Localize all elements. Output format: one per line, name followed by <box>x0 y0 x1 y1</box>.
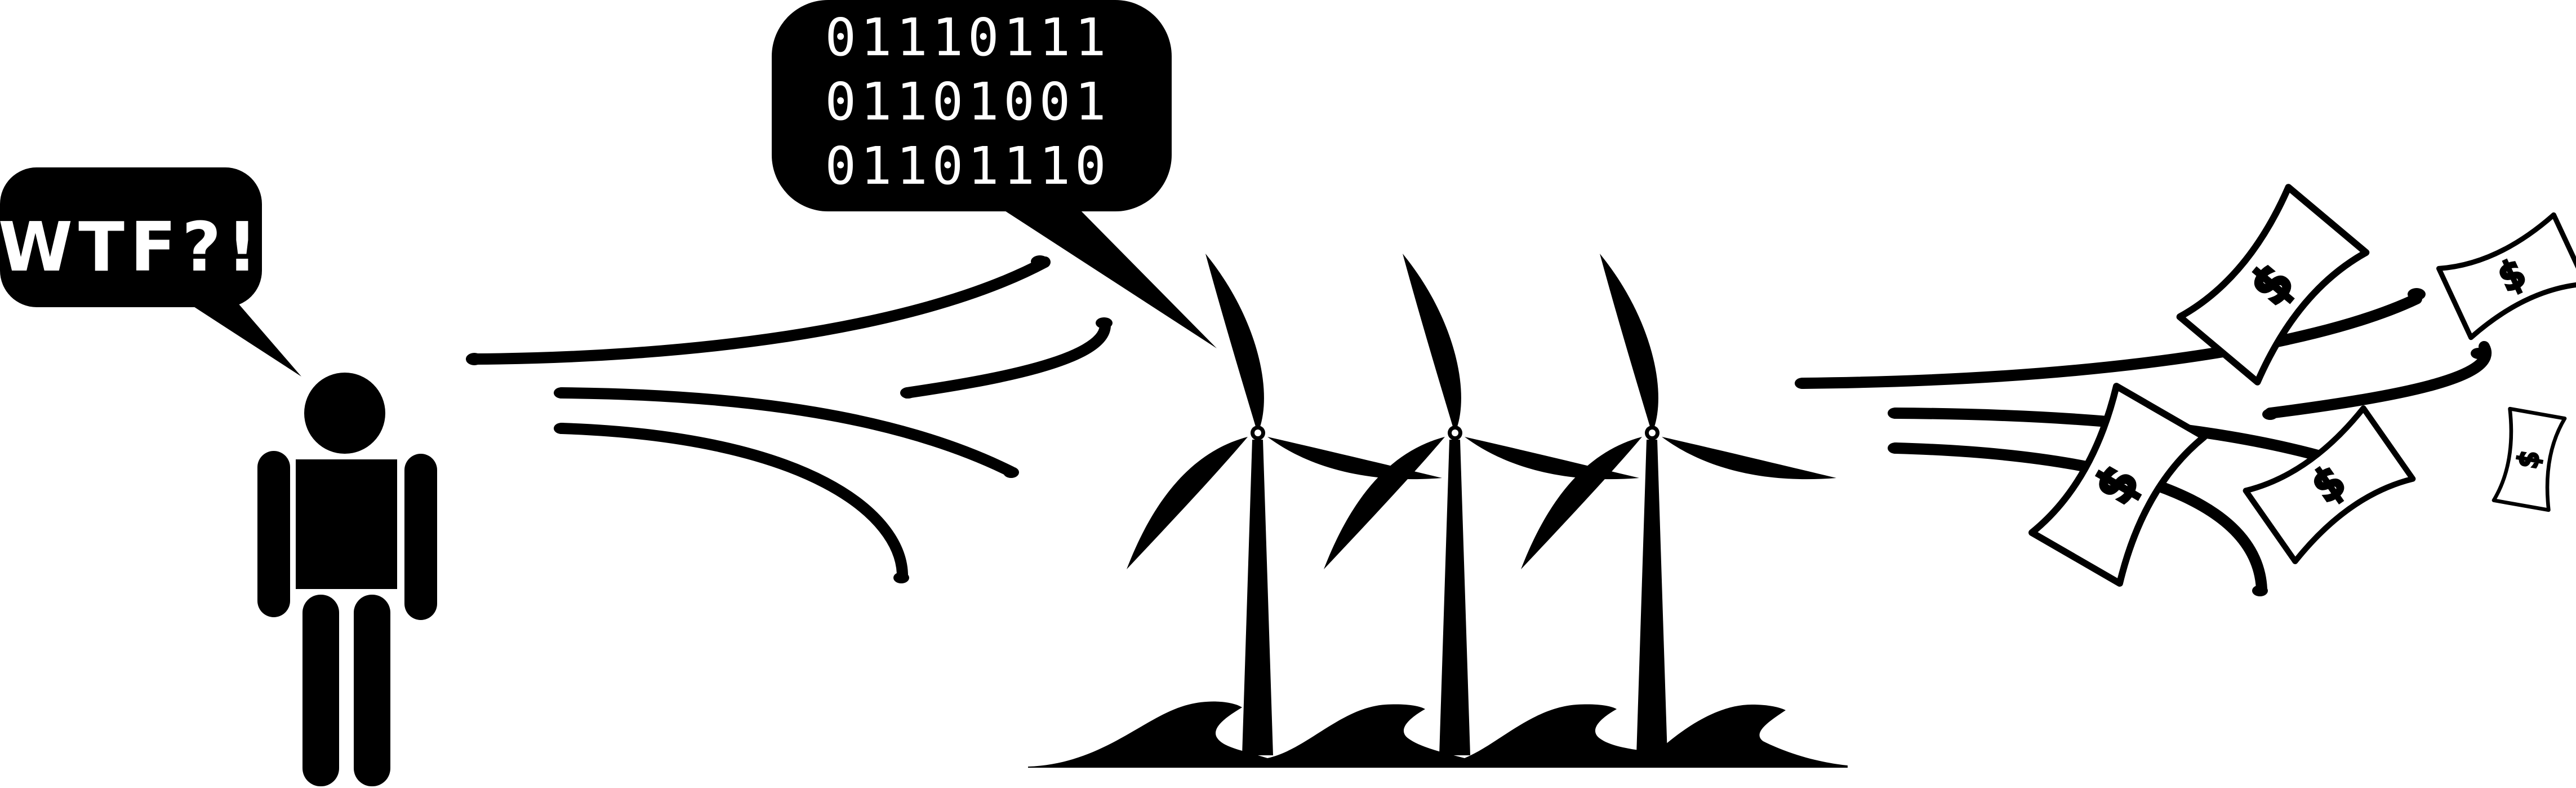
wind-gust-icon <box>556 423 908 581</box>
dollar-bill-icon <box>2494 409 2565 510</box>
wind-turbine-icon <box>1127 254 1442 755</box>
wind-gust-icon <box>901 320 1111 399</box>
person-speech-text: WTF?! <box>0 209 263 287</box>
binary-line-2: 01101001 <box>825 72 1110 132</box>
person-speech-bubble: WTF?! <box>0 167 301 377</box>
binary-speech-bubble: 01110111 01101001 01101110 <box>772 0 1217 348</box>
wind-turbine-icon <box>1521 254 1836 755</box>
wind-gust-icon <box>468 256 1051 365</box>
binary-line-3: 01101110 <box>825 136 1110 196</box>
illustration-canvas: WTF?! 01110111 01101001 01101110 <box>0 0 2576 786</box>
water-wave-icon <box>1028 701 1848 768</box>
wind-gusts-left <box>466 255 1113 583</box>
dollar-bill-icon <box>2439 215 2576 337</box>
wind-gust-icon <box>2264 341 2492 419</box>
dollar-bill-icon <box>2246 408 2413 561</box>
person-figure-icon <box>257 373 437 786</box>
wind-turbine-icon <box>1324 254 1639 755</box>
wind-gust-icon <box>1797 293 2422 389</box>
binary-line-1: 01110111 <box>825 7 1110 68</box>
